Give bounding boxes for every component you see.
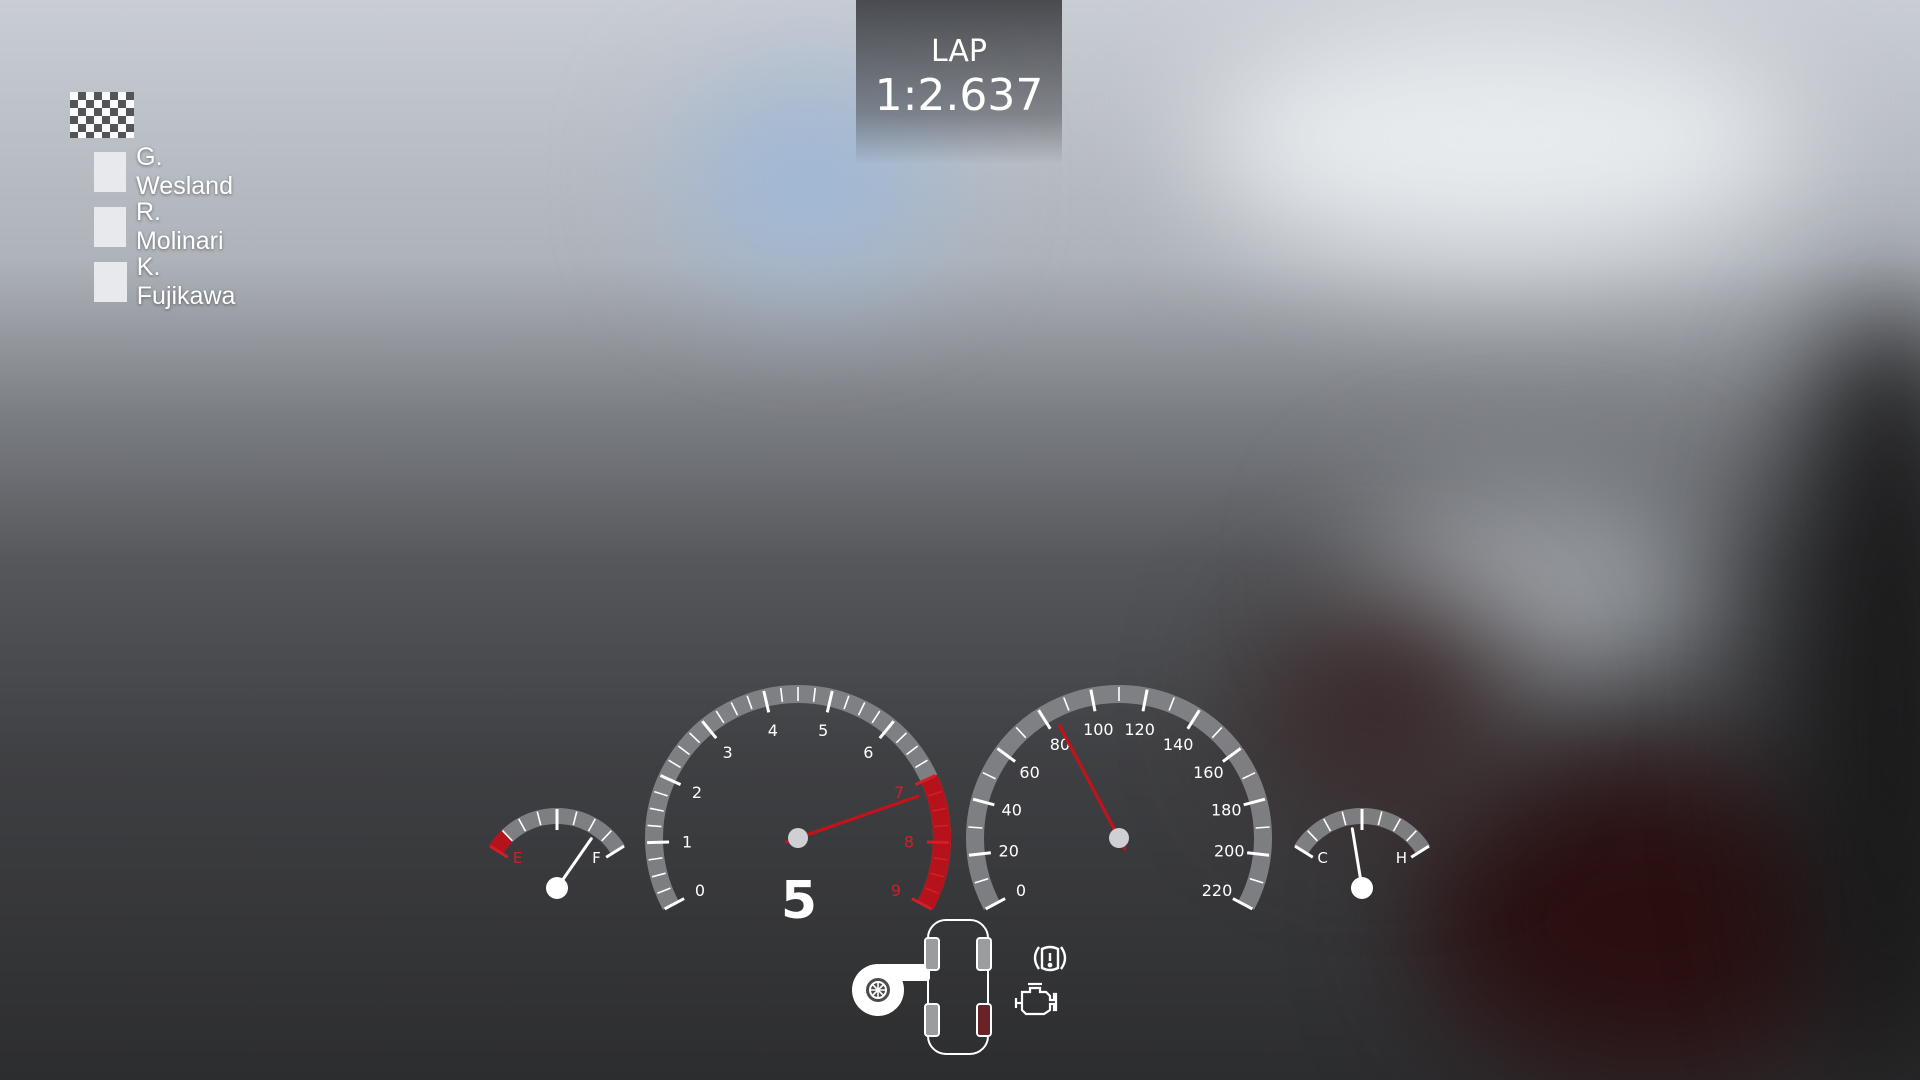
turbo-icon	[852, 964, 930, 1016]
gear-indicator: 5	[781, 871, 817, 931]
tire-rear-left	[924, 1003, 940, 1037]
fuel-gauge-min-label: E	[513, 849, 522, 867]
speedometer-tick-label: 0	[1016, 881, 1026, 900]
fuel-gauge-redzone	[489, 830, 513, 855]
tachometer-tick-label: 7	[894, 783, 904, 802]
tachometer-tick-label: 6	[863, 743, 873, 762]
tire-pressure-warning-icon	[1033, 945, 1067, 972]
tachometer-tick-label: 3	[723, 743, 733, 762]
speedometer-tick-label: 100	[1083, 720, 1114, 739]
tire-front-right	[976, 937, 992, 971]
tachometer-hub	[788, 828, 808, 848]
speedometer-hub	[1109, 828, 1129, 848]
tachometer-tick-label: 0	[695, 881, 705, 900]
tachometer-tick-label: 4	[768, 721, 778, 740]
temp-gauge-min-label: C	[1317, 849, 1327, 867]
tachometer-tick-label: 9	[891, 881, 901, 900]
car-outline-icon	[924, 919, 992, 1055]
tachometer-tick-label: 2	[692, 783, 702, 802]
speedometer-tick-label: 60	[1019, 763, 1039, 782]
speedometer-tick-label: 180	[1211, 800, 1242, 819]
speedometer-tick-label: 120	[1124, 720, 1155, 739]
tachometer-tick	[926, 840, 949, 845]
temp-gauge-hub	[1351, 877, 1373, 899]
speedometer-tick-label: 20	[999, 842, 1019, 861]
temp-gauge-max-label: H	[1396, 849, 1407, 867]
tachometer-tick	[647, 840, 670, 845]
speedometer-tick-label: 140	[1163, 735, 1194, 754]
fuel-gauge-max-label: F	[592, 849, 601, 867]
speedometer-tick-label: 200	[1214, 842, 1245, 861]
speedometer-tick	[968, 826, 983, 829]
tachometer-tick-label: 1	[682, 832, 692, 851]
tire-front-left	[924, 937, 940, 971]
tire-rear-right	[976, 1003, 992, 1037]
instrument-cluster: EF 01234 56789 020406080100 12014016018020…	[489, 685, 1430, 1055]
tachometer-tick-label: 8	[904, 832, 914, 851]
check-engine-icon	[1014, 982, 1058, 1016]
fuel-gauge: EF	[489, 808, 625, 899]
tachometer-tick-label: 5	[818, 721, 828, 740]
speedometer-tick-label: 160	[1193, 763, 1224, 782]
fuel-gauge-hub	[546, 877, 568, 899]
speedometer-tick-label: 40	[1002, 800, 1022, 819]
temperature-gauge: CH	[1294, 808, 1430, 899]
speedometer-tick-label: 220	[1202, 881, 1233, 900]
speedometer-tick	[1255, 826, 1270, 829]
speedometer: 020406080100 120140160180200220	[966, 685, 1272, 911]
